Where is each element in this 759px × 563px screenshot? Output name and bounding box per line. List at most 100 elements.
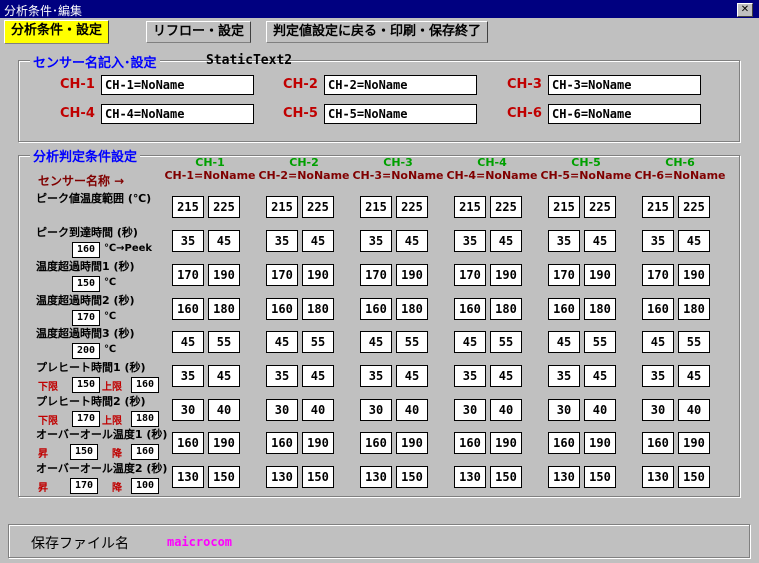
min-value-input[interactable]: 130: [454, 466, 486, 488]
threshold-input[interactable]: 170: [72, 310, 100, 326]
min-value-input[interactable]: 160: [454, 298, 486, 320]
min-value-input[interactable]: 160: [642, 298, 674, 320]
min-value-input[interactable]: 215: [642, 196, 674, 218]
max-value-input[interactable]: 40: [490, 399, 522, 421]
max-value-input[interactable]: 55: [678, 331, 710, 353]
max-value-input[interactable]: 180: [302, 298, 334, 320]
min-value-input[interactable]: 45: [454, 331, 486, 353]
max-value-input[interactable]: 150: [208, 466, 240, 488]
tab-return-print-save[interactable]: 判定値設定に戻る・印刷・保存終了: [266, 21, 489, 43]
min-value-input[interactable]: 45: [548, 331, 580, 353]
max-value-input[interactable]: 150: [678, 466, 710, 488]
max-value-input[interactable]: 45: [208, 365, 240, 387]
save-filename-value[interactable]: maicrocom: [167, 535, 232, 549]
upper-limit-input[interactable]: 180: [131, 411, 159, 427]
min-value-input[interactable]: 170: [266, 264, 298, 286]
max-value-input[interactable]: 45: [302, 365, 334, 387]
lower-limit-input[interactable]: 150: [72, 377, 100, 393]
min-value-input[interactable]: 35: [548, 230, 580, 252]
max-value-input[interactable]: 45: [584, 365, 616, 387]
max-value-input[interactable]: 45: [490, 365, 522, 387]
lower-limit-input[interactable]: 170: [70, 478, 98, 494]
max-value-input[interactable]: 190: [302, 432, 334, 454]
min-value-input[interactable]: 35: [642, 365, 674, 387]
min-value-input[interactable]: 160: [454, 432, 486, 454]
min-value-input[interactable]: 45: [642, 331, 674, 353]
min-value-input[interactable]: 30: [172, 399, 204, 421]
max-value-input[interactable]: 225: [208, 196, 240, 218]
max-value-input[interactable]: 150: [490, 466, 522, 488]
min-value-input[interactable]: 30: [360, 399, 392, 421]
max-value-input[interactable]: 225: [490, 196, 522, 218]
lower-limit-input[interactable]: 150: [70, 444, 98, 460]
min-value-input[interactable]: 160: [172, 432, 204, 454]
max-value-input[interactable]: 55: [396, 331, 428, 353]
channel-name-input[interactable]: CH-4=NoName: [101, 104, 254, 124]
min-value-input[interactable]: 215: [360, 196, 392, 218]
channel-name-input[interactable]: CH-3=NoName: [548, 75, 701, 95]
max-value-input[interactable]: 225: [396, 196, 428, 218]
max-value-input[interactable]: 45: [584, 230, 616, 252]
min-value-input[interactable]: 130: [172, 466, 204, 488]
max-value-input[interactable]: 150: [396, 466, 428, 488]
min-value-input[interactable]: 35: [360, 230, 392, 252]
max-value-input[interactable]: 190: [208, 432, 240, 454]
max-value-input[interactable]: 225: [584, 196, 616, 218]
min-value-input[interactable]: 35: [172, 365, 204, 387]
channel-name-input[interactable]: CH-6=NoName: [548, 104, 701, 124]
min-value-input[interactable]: 45: [266, 331, 298, 353]
min-value-input[interactable]: 35: [266, 230, 298, 252]
max-value-input[interactable]: 180: [208, 298, 240, 320]
max-value-input[interactable]: 180: [396, 298, 428, 320]
max-value-input[interactable]: 190: [584, 264, 616, 286]
max-value-input[interactable]: 40: [584, 399, 616, 421]
min-value-input[interactable]: 160: [548, 298, 580, 320]
min-value-input[interactable]: 35: [266, 365, 298, 387]
max-value-input[interactable]: 55: [490, 331, 522, 353]
max-value-input[interactable]: 190: [490, 264, 522, 286]
min-value-input[interactable]: 35: [454, 365, 486, 387]
max-value-input[interactable]: 45: [208, 230, 240, 252]
min-value-input[interactable]: 170: [642, 264, 674, 286]
close-button[interactable]: ✕: [737, 3, 753, 17]
max-value-input[interactable]: 45: [678, 365, 710, 387]
threshold-input[interactable]: 200: [72, 343, 100, 359]
max-value-input[interactable]: 45: [678, 230, 710, 252]
min-value-input[interactable]: 35: [642, 230, 674, 252]
max-value-input[interactable]: 190: [490, 432, 522, 454]
min-value-input[interactable]: 45: [360, 331, 392, 353]
min-value-input[interactable]: 170: [548, 264, 580, 286]
lower-limit-input[interactable]: 170: [72, 411, 100, 427]
max-value-input[interactable]: 190: [678, 432, 710, 454]
min-value-input[interactable]: 160: [360, 298, 392, 320]
tab-analysis-settings[interactable]: 分析条件・設定: [4, 20, 110, 44]
min-value-input[interactable]: 160: [266, 298, 298, 320]
max-value-input[interactable]: 190: [208, 264, 240, 286]
min-value-input[interactable]: 160: [360, 432, 392, 454]
max-value-input[interactable]: 150: [584, 466, 616, 488]
upper-limit-input[interactable]: 100: [131, 478, 159, 494]
max-value-input[interactable]: 45: [396, 230, 428, 252]
min-value-input[interactable]: 160: [172, 298, 204, 320]
max-value-input[interactable]: 225: [302, 196, 334, 218]
max-value-input[interactable]: 45: [302, 230, 334, 252]
min-value-input[interactable]: 130: [360, 466, 392, 488]
min-value-input[interactable]: 35: [172, 230, 204, 252]
upper-limit-input[interactable]: 160: [131, 444, 159, 460]
min-value-input[interactable]: 170: [454, 264, 486, 286]
max-value-input[interactable]: 190: [396, 432, 428, 454]
max-value-input[interactable]: 40: [678, 399, 710, 421]
min-value-input[interactable]: 35: [454, 230, 486, 252]
max-value-input[interactable]: 225: [678, 196, 710, 218]
channel-name-input[interactable]: CH-5=NoName: [324, 104, 477, 124]
max-value-input[interactable]: 190: [396, 264, 428, 286]
min-value-input[interactable]: 35: [548, 365, 580, 387]
threshold-input[interactable]: 160: [72, 242, 100, 258]
min-value-input[interactable]: 130: [266, 466, 298, 488]
min-value-input[interactable]: 170: [172, 264, 204, 286]
min-value-input[interactable]: 215: [172, 196, 204, 218]
max-value-input[interactable]: 40: [302, 399, 334, 421]
max-value-input[interactable]: 45: [490, 230, 522, 252]
min-value-input[interactable]: 45: [172, 331, 204, 353]
max-value-input[interactable]: 55: [302, 331, 334, 353]
